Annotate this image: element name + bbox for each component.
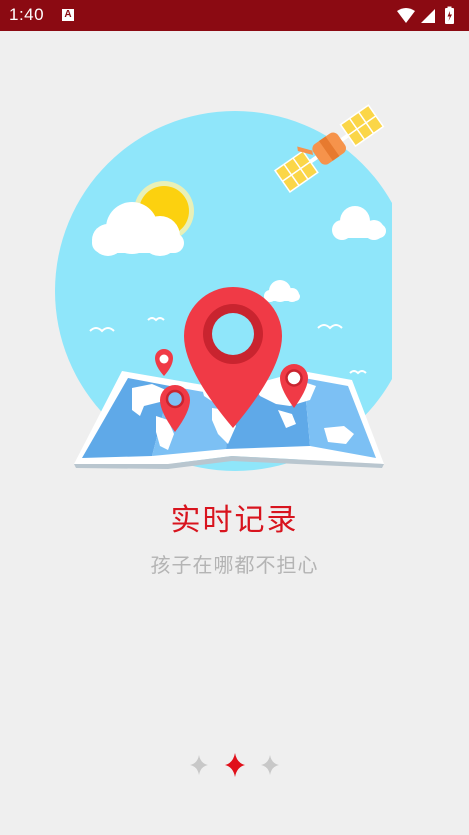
page-indicator — [0, 752, 469, 780]
wifi-icon — [397, 8, 415, 23]
onboarding-subtitle: 孩子在哪都不担心 — [150, 553, 319, 577]
map-illustration — [55, 104, 392, 471]
status-icons — [397, 6, 454, 24]
status-bar: 1:40 A — [0, 0, 469, 31]
battery-icon — [445, 6, 454, 24]
notification-badge: A — [62, 9, 74, 21]
page-dot-2-active[interactable] — [224, 752, 246, 778]
onboarding-title: 实时记录 — [170, 503, 299, 538]
page-dot-1[interactable] — [188, 752, 210, 778]
signal-icon — [421, 9, 435, 23]
page-dot-3[interactable] — [259, 752, 281, 778]
status-time: 1:40 — [9, 5, 45, 24]
